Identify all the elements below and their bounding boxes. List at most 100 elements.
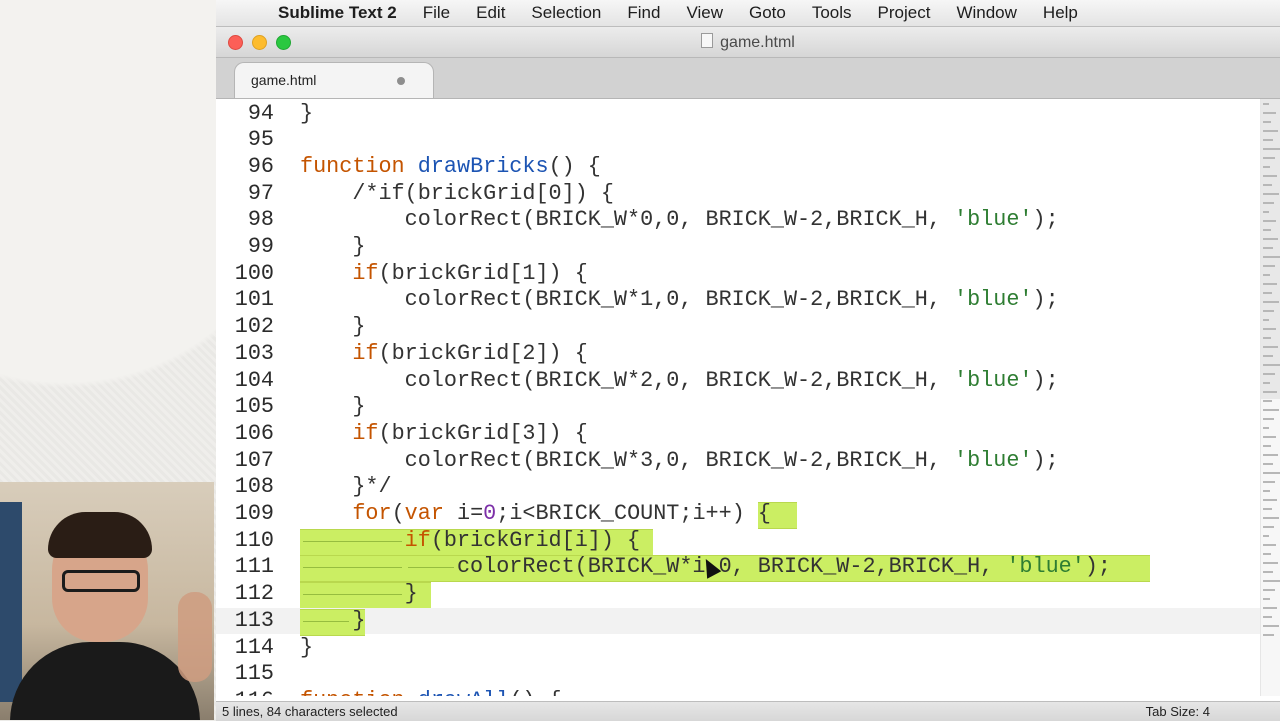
menu-tools[interactable]: Tools: [799, 3, 865, 23]
minimap-code-line: [1263, 508, 1272, 510]
minimap-code-line: [1263, 355, 1273, 357]
code-text: }: [300, 394, 366, 420]
document-icon: [701, 33, 714, 48]
menu-selection[interactable]: Selection: [518, 3, 614, 23]
code-line[interactable]: 95: [216, 127, 1260, 154]
line-number: 103: [234, 340, 274, 366]
code-line[interactable]: 104 colorRect(BRICK_W*2,0, BRICK_W-2,BRI…: [216, 368, 1260, 395]
line-number: 106: [234, 420, 274, 446]
menu-app-name[interactable]: Sublime Text 2: [276, 3, 410, 23]
code-line[interactable]: 101 colorRect(BRICK_W*1,0, BRICK_W-2,BRI…: [216, 287, 1260, 314]
sublime-window: game.html game.html 94} 95 96 function draw…: [216, 27, 1280, 720]
menu-file[interactable]: File: [410, 3, 463, 23]
code-line[interactable]: 102 }: [216, 314, 1260, 341]
webcam-presenter-shirt: [10, 642, 200, 720]
minimap-code-line: [1263, 184, 1272, 186]
code-text: if(brickGrid[i]) {: [404, 527, 641, 553]
minimap-code-line: [1263, 490, 1270, 492]
code-line[interactable]: 110 if(brickGrid[i]) {: [216, 527, 1260, 556]
code-text: if(brickGrid[2]) {: [352, 340, 588, 366]
minimap[interactable]: [1260, 99, 1280, 696]
code-line[interactable]: 107 colorRect(BRICK_W*3,0, BRICK_W-2,BRI…: [216, 448, 1260, 475]
minimap-code-line: [1263, 139, 1273, 141]
code-line[interactable]: 108 }*/: [216, 474, 1260, 501]
code-line[interactable]: 106 if(brickGrid[3]) {: [216, 421, 1260, 448]
code-text: for(var i=0;i<BRICK_COUNT;i++) {: [352, 501, 771, 526]
window-title-text: game.html: [720, 34, 795, 51]
minimap-code-line: [1263, 283, 1277, 285]
minimap-code-line: [1263, 571, 1273, 573]
menu-edit[interactable]: Edit: [463, 3, 518, 23]
code-line[interactable]: 94}: [216, 101, 1260, 128]
minimap-code-line: [1263, 418, 1274, 420]
code-text: colorRect(BRICK_W*1,0, BRICK_W-2,BRICK_H…: [300, 287, 1059, 313]
minimap-code-line: [1263, 229, 1271, 231]
code-line[interactable]: 111 colorRect(BRICK_W*i,0, BRICK_W-2,BRI…: [216, 554, 1260, 583]
minimap-code-line: [1263, 265, 1275, 267]
minimap-code-line: [1263, 625, 1279, 627]
code-line[interactable]: 100 if(brickGrid[1]) {: [216, 261, 1260, 288]
code-line[interactable]: 105 }: [216, 394, 1260, 421]
code-line[interactable]: 98 colorRect(BRICK_W*0,0, BRICK_W-2,BRIC…: [216, 207, 1260, 234]
minimap-code-line: [1263, 517, 1279, 519]
code-line[interactable]: 112 }: [216, 581, 1260, 610]
code-text: function drawAll() {: [300, 688, 562, 696]
code-text: }: [300, 314, 366, 340]
code-text: colorRect(BRICK_W*0,0, BRICK_W-2,BRICK_H…: [300, 207, 1059, 233]
code-text: }: [300, 634, 314, 660]
selection-status: 5 lines, 84 characters selected: [222, 704, 398, 719]
menu-find[interactable]: Find: [614, 3, 673, 23]
code-line[interactable]: 96 function drawBricks() {: [216, 154, 1260, 181]
code-text: }: [300, 234, 366, 259]
code-line[interactable]: 113 }: [216, 607, 1260, 636]
minimap-code-line: [1263, 256, 1280, 258]
line-number: 100: [234, 260, 274, 286]
line-number: 110: [234, 527, 274, 553]
code-editor[interactable]: 94} 95 96 function drawBricks() {97 /*if(br…: [216, 99, 1260, 696]
minimap-code-line: [1263, 526, 1274, 528]
tab-size-button[interactable]: Tab Size: 4: [1146, 704, 1210, 719]
minimap-code-line: [1263, 499, 1277, 501]
tab-label: game.html: [251, 72, 317, 88]
code-line[interactable]: 114}: [216, 635, 1260, 662]
minimap-code-line: [1263, 247, 1273, 249]
menu-window[interactable]: Window: [943, 3, 1029, 23]
window-title: game.html: [216, 33, 1280, 52]
menu-project[interactable]: Project: [865, 3, 944, 23]
line-number: 105: [234, 394, 274, 420]
minimap-code-line: [1263, 301, 1279, 303]
tab-game-html[interactable]: game.html: [234, 62, 434, 98]
unsaved-changes-dot-icon[interactable]: [397, 77, 405, 85]
minimap-code-line: [1263, 427, 1269, 429]
minimap-code-line: [1263, 328, 1276, 330]
menu-goto[interactable]: Goto: [736, 3, 799, 23]
code-line[interactable]: 99 }: [216, 234, 1260, 261]
line-number: 94: [247, 100, 274, 126]
minimap-code-line: [1263, 193, 1279, 195]
minimap-code-line: [1263, 598, 1270, 600]
code-line[interactable]: 109 for(var i=0;i<BRICK_COUNT;i++) {: [216, 501, 1260, 529]
minimap-code-line: [1263, 607, 1277, 609]
minimap-code-line: [1263, 382, 1270, 384]
line-number: 95: [247, 127, 274, 153]
line-number: 108: [234, 474, 274, 500]
code-text: colorRect(BRICK_W*2,0, BRICK_W-2,BRICK_H…: [300, 367, 1059, 393]
minimap-code-line: [1263, 103, 1269, 105]
minimap-code-line: [1263, 616, 1272, 618]
line-number: 116: [216, 688, 274, 696]
minimap-viewport[interactable]: [1261, 99, 1280, 399]
code-text: if(brickGrid[3]) {: [352, 420, 588, 446]
minimap-code-line: [1263, 634, 1274, 636]
code-line[interactable]: 116 function drawAll() {: [216, 688, 1260, 696]
webcam-overlay: [0, 482, 214, 720]
menu-view[interactable]: View: [673, 3, 736, 23]
line-number: 102: [234, 314, 274, 340]
minimap-code-line: [1263, 175, 1277, 177]
code-line[interactable]: 115: [216, 661, 1260, 688]
menu-help[interactable]: Help: [1030, 3, 1091, 23]
code-line[interactable]: 97 /*if(brickGrid[0]) {: [216, 181, 1260, 208]
line-number: 98: [247, 207, 274, 233]
line-number: 109: [234, 501, 274, 526]
minimap-code-line: [1263, 121, 1271, 123]
code-line[interactable]: 103 if(brickGrid[2]) {: [216, 341, 1260, 368]
